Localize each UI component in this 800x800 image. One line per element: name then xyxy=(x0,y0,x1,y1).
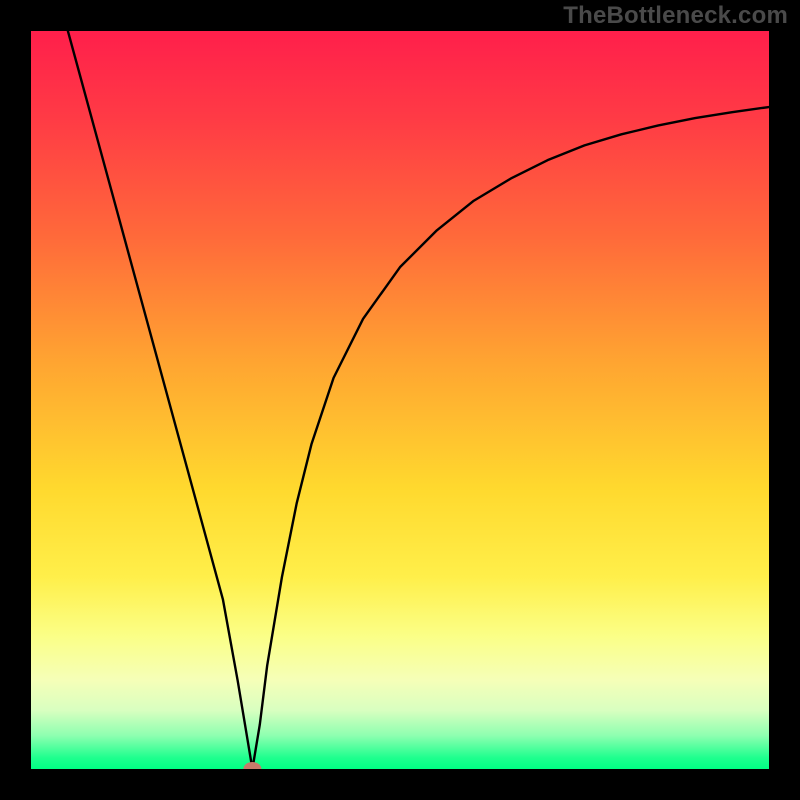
optimum-marker xyxy=(243,762,261,776)
chart-frame: TheBottleneck.com xyxy=(0,0,800,800)
gradient-background xyxy=(31,31,769,769)
bottleneck-chart xyxy=(0,0,800,800)
watermark-text: TheBottleneck.com xyxy=(563,2,788,30)
